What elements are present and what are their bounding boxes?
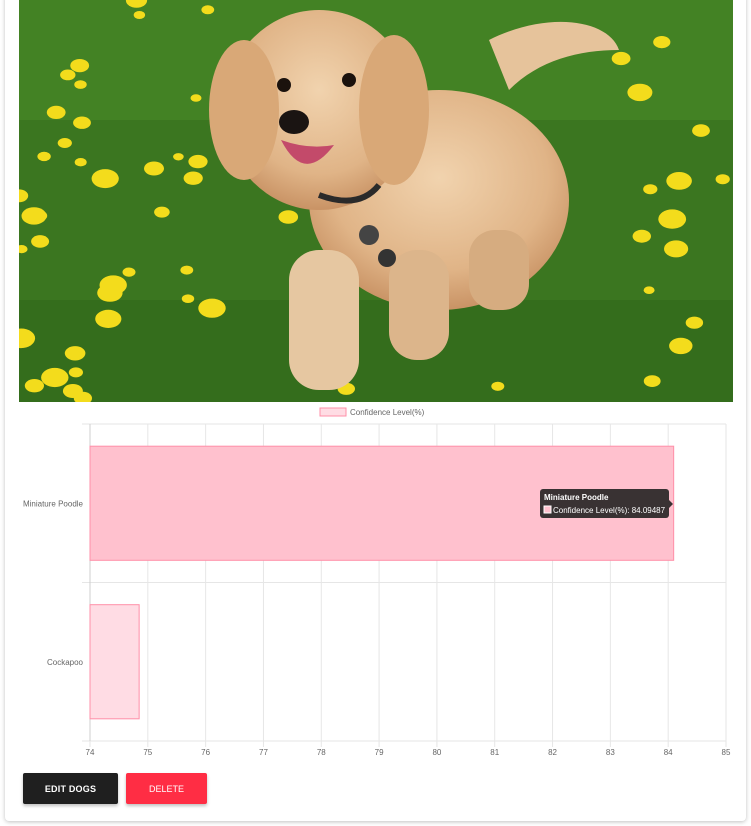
dandelion-flower xyxy=(198,298,226,318)
dandelion-flower xyxy=(73,116,91,129)
legend-swatch xyxy=(319,407,347,417)
dandelion-flower xyxy=(95,309,122,328)
category-label: Cockapoo xyxy=(47,658,84,667)
dandelion-flower xyxy=(611,51,631,66)
tooltip-swatch xyxy=(543,505,552,514)
x-tick-label: 74 xyxy=(86,748,95,757)
tooltip-label: Confidence Level(%): 84.09487 xyxy=(553,506,666,515)
dandelion-flower xyxy=(144,161,164,176)
dandelion-flower xyxy=(190,94,202,102)
x-tick-label: 81 xyxy=(490,748,499,757)
x-tick-label: 79 xyxy=(375,748,384,757)
x-tick-label: 80 xyxy=(432,748,441,757)
bar-cockapoo xyxy=(89,604,140,720)
dandelion-flower xyxy=(188,154,208,169)
chart-ticks: 74 75 76 77 78 79 80 81 82 83 84 85 xyxy=(86,748,731,757)
dandelion-flower xyxy=(643,375,661,387)
category-label: Miniature Poodle xyxy=(23,499,84,508)
dandelion-flower xyxy=(201,5,215,15)
x-tick-label: 76 xyxy=(201,748,210,757)
dandelion-flower xyxy=(32,210,48,222)
dandelion-flower xyxy=(173,153,184,161)
confidence-chart: 74 75 76 77 78 79 80 81 82 83 84 85 Miniature Poodl… xyxy=(0,402,751,762)
x-tick-label: 83 xyxy=(606,748,615,757)
dandelion-flower xyxy=(715,174,730,185)
dandelion-flower xyxy=(181,294,195,304)
x-tick-label: 85 xyxy=(722,748,731,757)
dandelion-flower xyxy=(46,105,66,119)
dandelion-flower xyxy=(122,267,136,277)
dandelion-flower xyxy=(669,337,693,355)
dandelion-flower xyxy=(278,210,299,224)
dandelion-flower xyxy=(41,367,69,388)
dandelion-flower xyxy=(74,80,87,89)
dandelion-flower xyxy=(60,69,76,81)
dandelion-flower xyxy=(627,83,653,102)
dandelion-flower xyxy=(643,184,658,195)
dandelion-flower xyxy=(154,206,170,218)
dandelion-flower xyxy=(68,367,83,378)
dandelion-flower xyxy=(24,379,44,393)
edit-dogs-button[interactable]: EDIT DOGS xyxy=(23,773,118,804)
dandelion-flower xyxy=(666,172,692,190)
dandelion-flower xyxy=(180,265,194,275)
confidence-chart-svg: 74 75 76 77 78 79 80 81 82 83 84 85 Miniature Poodl… xyxy=(23,407,731,757)
x-tick-label: 75 xyxy=(143,748,152,757)
tooltip-title: Miniature Poodle xyxy=(544,493,609,502)
dandelion-flower xyxy=(37,151,51,162)
x-tick-label: 78 xyxy=(317,748,326,757)
dandelion-flower xyxy=(62,384,83,398)
dandelion-flower xyxy=(57,138,72,148)
chart-categories: Miniature Poodle Cockapoo xyxy=(23,499,84,667)
x-tick-label: 82 xyxy=(548,748,557,757)
dandelion-flower xyxy=(685,316,704,329)
dandelion-flower xyxy=(183,171,203,185)
x-tick-label: 77 xyxy=(259,748,268,757)
dandelion-flower xyxy=(692,124,710,137)
dandelion-flower xyxy=(31,235,50,248)
dandelion-flower xyxy=(658,209,687,229)
dandelion-flower xyxy=(74,158,87,167)
x-tick-label: 84 xyxy=(664,748,673,757)
dandelion-flower xyxy=(632,229,651,243)
dandelion-flower xyxy=(491,381,505,391)
chart-legend: Confidence Level(%) xyxy=(319,407,425,417)
chart-tooltip: Miniature Poodle Confidence Level(%): 84.… xyxy=(540,489,673,518)
dandelion-flower xyxy=(653,36,671,49)
dandelion-flower xyxy=(643,286,655,295)
dandelion-flower xyxy=(91,169,119,189)
dandelion-flower xyxy=(133,11,146,19)
dog-photo-image xyxy=(19,0,733,402)
legend-label: Confidence Level(%) xyxy=(350,408,425,417)
delete-button[interactable]: DELETE xyxy=(126,773,207,804)
dog-photo xyxy=(19,0,733,402)
dandelion-flower xyxy=(664,240,689,258)
dandelion-flower xyxy=(70,59,90,73)
dandelion-flower xyxy=(99,275,127,295)
dandelion-flower xyxy=(68,350,80,359)
